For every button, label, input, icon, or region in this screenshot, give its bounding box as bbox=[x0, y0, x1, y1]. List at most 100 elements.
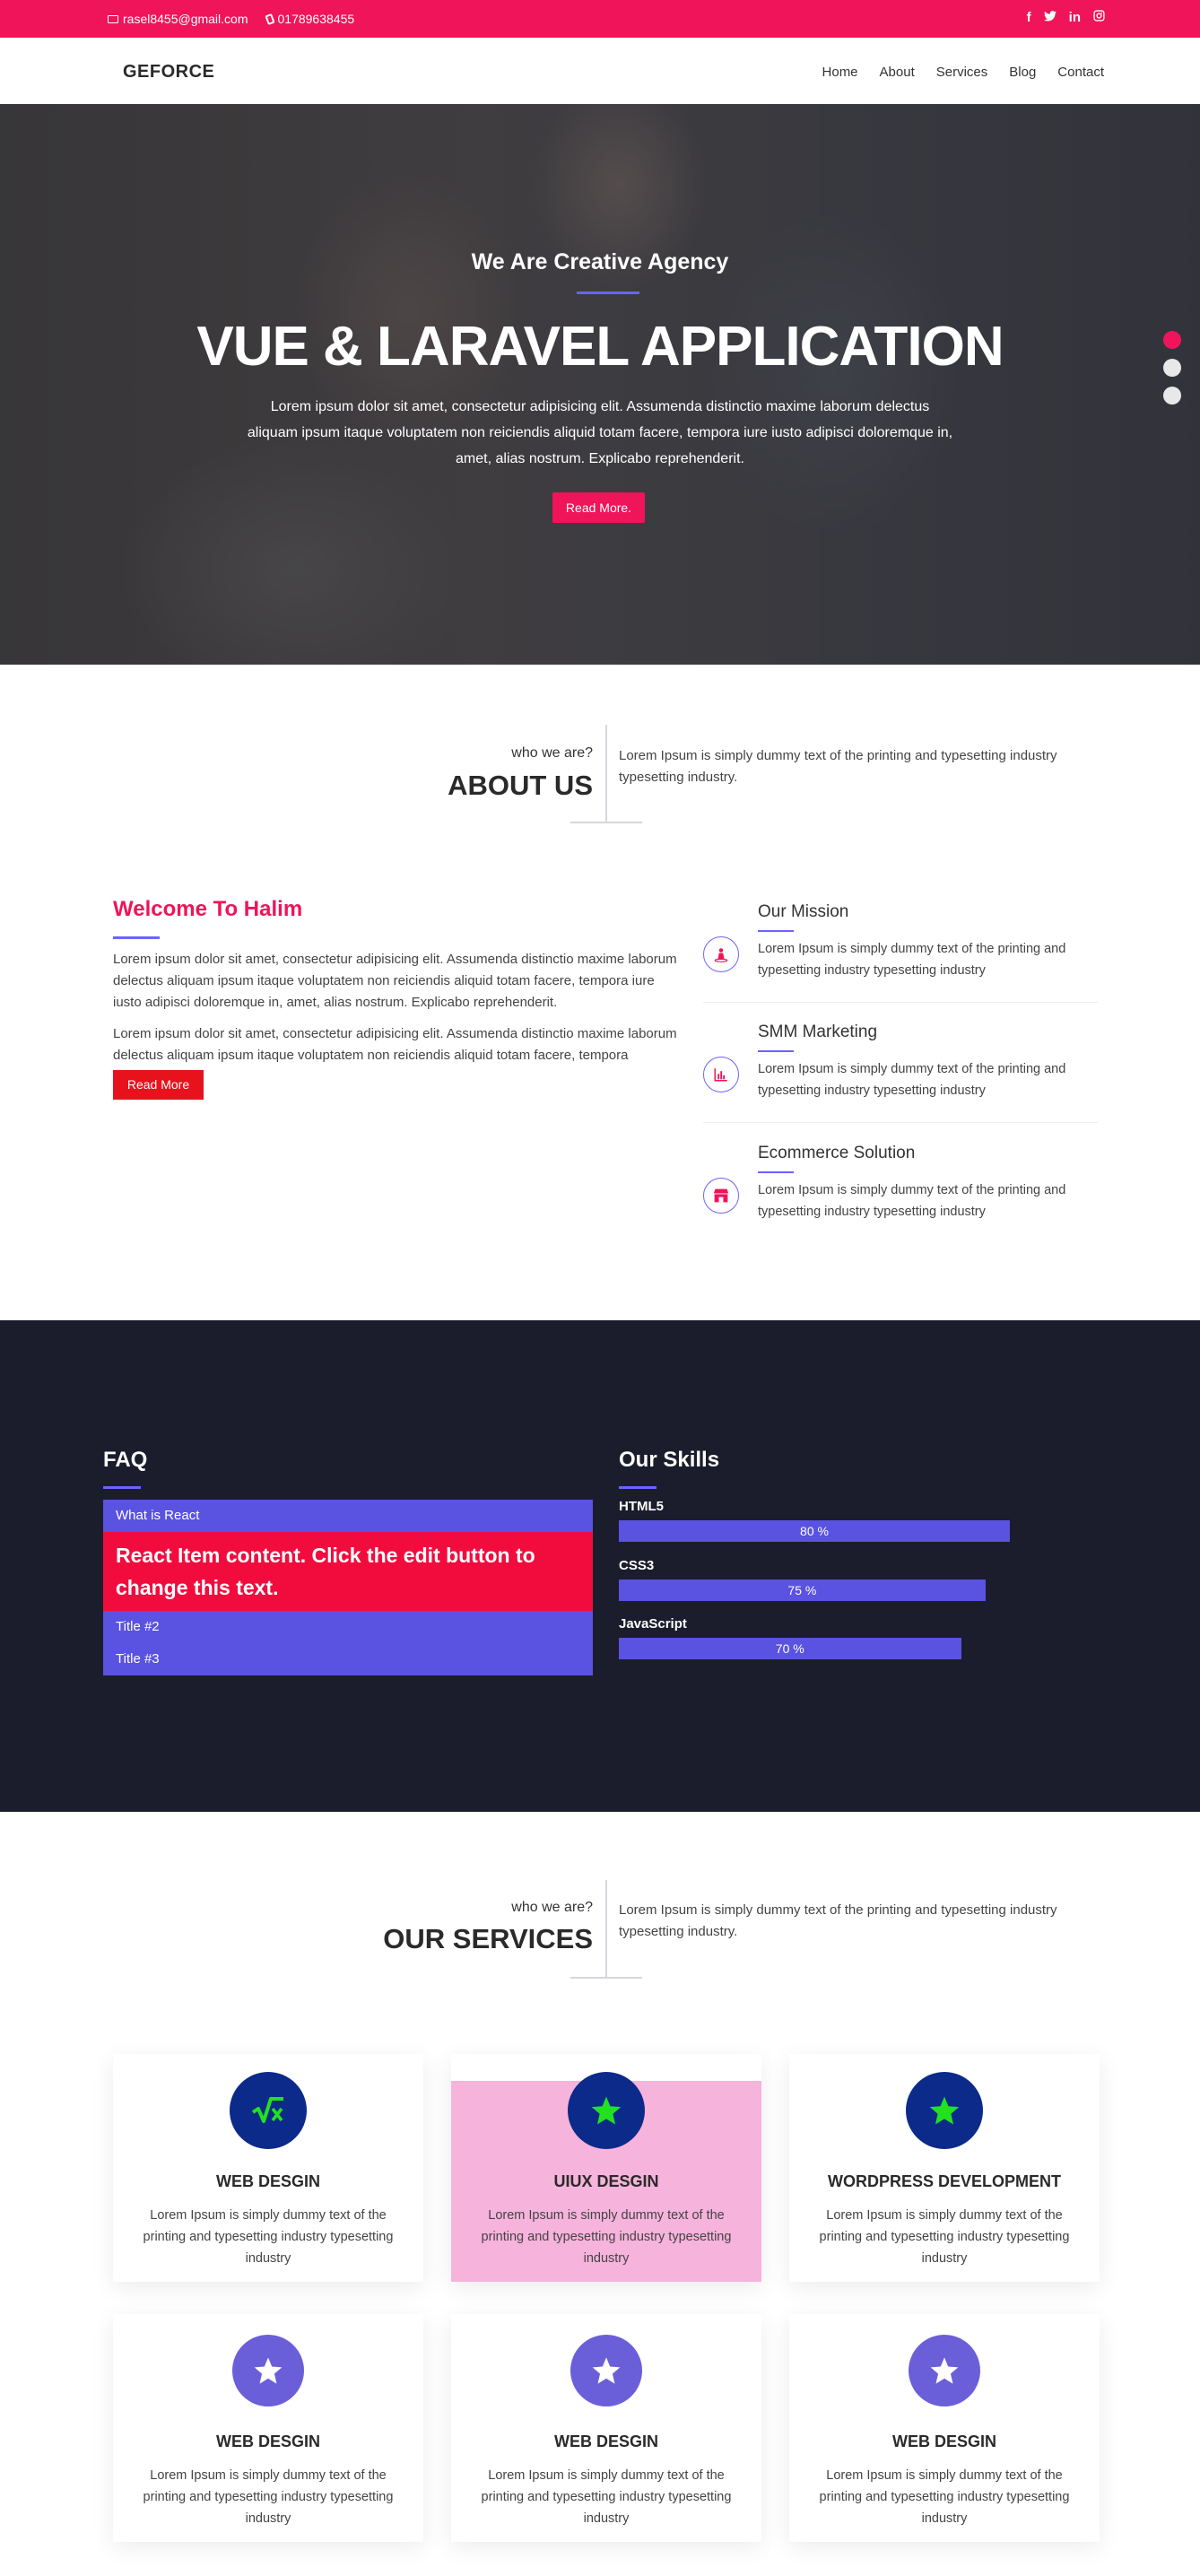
twitter-icon[interactable] bbox=[1043, 10, 1057, 25]
feature-divider bbox=[758, 1171, 794, 1173]
skill-track: 75 % bbox=[619, 1580, 1010, 1601]
about-vertical-divider bbox=[605, 725, 607, 823]
skill-progress-bar: 80 % bbox=[619, 1520, 1010, 1542]
service-card-text: Lorem Ipsum is simply dummy text of the … bbox=[819, 2468, 1070, 2526]
welcome-title: Welcome To Halim bbox=[113, 897, 303, 921]
store-icon bbox=[703, 1178, 739, 1214]
service-card-text: Lorem Ipsum is simply dummy text of the … bbox=[143, 2208, 394, 2266]
feature-text: Lorem Ipsum is simply dummy text of the … bbox=[758, 1062, 1066, 1098]
feature-text: Lorem Ipsum is simply dummy text of the … bbox=[758, 1183, 1066, 1219]
service-card-web-design-4[interactable]: WEB DESGIN Lorem Ipsum is simply dummy t… bbox=[789, 2314, 1100, 2542]
service-card-web-design[interactable]: WEB DESGIN Lorem Ipsum is simply dummy t… bbox=[113, 2054, 423, 2282]
star-icon bbox=[570, 2335, 642, 2406]
sqrt-icon bbox=[230, 2072, 307, 2149]
star-icon bbox=[909, 2335, 980, 2406]
slider-dots bbox=[1163, 331, 1181, 405]
services-description: Lorem Ipsum is simply dummy text of the … bbox=[619, 1902, 1057, 1939]
nav-services[interactable]: Services bbox=[936, 65, 988, 80]
skill-javascript: JavaScript 70 % bbox=[619, 1616, 1010, 1659]
service-card-text: Lorem Ipsum is simply dummy text of the … bbox=[481, 2468, 732, 2526]
skill-name: CSS3 bbox=[619, 1558, 655, 1573]
service-card-title: WORDPRESS DEVELOPMENT bbox=[827, 2172, 1062, 2190]
email-link[interactable]: rasel8455@gmail.com bbox=[108, 12, 248, 26]
feature-divider bbox=[758, 930, 794, 932]
linkedin-icon[interactable]: in bbox=[1069, 10, 1081, 25]
hero-divider bbox=[577, 292, 639, 294]
service-card-title: WEB DESGIN bbox=[891, 2432, 996, 2450]
service-card-title: WEB DESGIN bbox=[553, 2432, 658, 2450]
feature-title: Our Mission bbox=[758, 902, 849, 921]
accordion-item-2-header[interactable]: Title #2 bbox=[103, 1611, 593, 1643]
welcome-divider bbox=[113, 936, 160, 939]
skill-html5: HTML5 80 % bbox=[619, 1499, 1010, 1542]
skill-css3: CSS3 75 % bbox=[619, 1558, 1010, 1601]
skills-title: Our Skills bbox=[619, 1448, 720, 1472]
skill-name: JavaScript bbox=[619, 1616, 687, 1632]
feature-separator bbox=[703, 1122, 1098, 1123]
hero-title: VUE & LARAVEL APPLICATION bbox=[196, 316, 1004, 378]
star-icon bbox=[232, 2335, 304, 2406]
faq-skills-section: FAQ What is React React Item content. Cl… bbox=[0, 1320, 1200, 1812]
person-icon bbox=[703, 936, 739, 972]
facebook-icon[interactable]: f bbox=[1027, 10, 1031, 25]
hero-subtitle: We Are Creative Agency bbox=[471, 249, 729, 274]
service-card-text: Lorem Ipsum is simply dummy text of the … bbox=[143, 2468, 394, 2526]
skill-progress-bar: 75 % bbox=[619, 1580, 986, 1601]
slider-dot-2[interactable] bbox=[1163, 359, 1181, 377]
feature-title: SMM Marketing bbox=[758, 1023, 878, 1041]
service-card-uiux-design[interactable]: UIUX DESGIN Lorem Ipsum is simply dummy … bbox=[451, 2054, 761, 2282]
navbar: GEFORCE Home About Services Blog Contact bbox=[0, 38, 1200, 104]
about-title: ABOUT US bbox=[448, 770, 593, 801]
brand-logo[interactable]: GEFORCE bbox=[123, 62, 214, 83]
star-icon bbox=[568, 2072, 645, 2149]
nav-menu: Home About Services Blog Contact bbox=[822, 65, 1104, 80]
service-card-title: WEB DESGIN bbox=[215, 2432, 320, 2450]
service-card-text: Lorem Ipsum is simply dummy text of the … bbox=[481, 2208, 732, 2266]
slider-dot-3[interactable] bbox=[1163, 387, 1181, 405]
accordion-item-3-header[interactable]: Title #3 bbox=[103, 1643, 593, 1675]
services-vertical-divider bbox=[605, 1880, 607, 1979]
accordion-item-1-header[interactable]: What is React bbox=[103, 1500, 593, 1532]
hero-text: Lorem ipsum dolor sit amet, consectetur … bbox=[247, 399, 953, 466]
service-card-title: UIUX DESGIN bbox=[553, 2172, 659, 2190]
faq-title: FAQ bbox=[103, 1448, 148, 1472]
feature-separator bbox=[703, 1002, 1098, 1003]
welcome-read-more-button[interactable]: Read More bbox=[113, 1070, 204, 1100]
feature-text: Lorem Ipsum is simply dummy text of the … bbox=[758, 942, 1066, 978]
accordion-item-1-content: React Item content. Click the edit butto… bbox=[103, 1532, 593, 1611]
service-card-web-design-3[interactable]: WEB DESGIN Lorem Ipsum is simply dummy t… bbox=[451, 2314, 761, 2542]
service-card-text: Lorem Ipsum is simply dummy text of the … bbox=[819, 2208, 1070, 2266]
about-pre-title: who we are? bbox=[511, 745, 593, 761]
contact-info: rasel8455@gmail.com 01789638455 bbox=[108, 12, 354, 26]
skill-name: HTML5 bbox=[619, 1499, 664, 1514]
services-pre-title: who we are? bbox=[511, 1900, 593, 1915]
about-horizontal-divider bbox=[570, 822, 642, 823]
chart-icon bbox=[703, 1057, 739, 1092]
social-links: f in bbox=[1027, 10, 1105, 25]
phone-icon bbox=[264, 13, 275, 25]
welcome-paragraph-1: Lorem ipsum dolor sit amet, consectetur … bbox=[113, 952, 677, 1010]
service-card-wordpress-development[interactable]: WORDPRESS DEVELOPMENT Lorem Ipsum is sim… bbox=[789, 2054, 1100, 2282]
phone-text: 01789638455 bbox=[277, 12, 355, 26]
service-card-title: WEB DESGIN bbox=[215, 2172, 320, 2190]
services-title: OUR SERVICES bbox=[383, 1923, 593, 1954]
skill-progress-bar: 70 % bbox=[619, 1638, 961, 1659]
skills-divider bbox=[619, 1486, 657, 1489]
phone-link[interactable]: 01789638455 bbox=[264, 12, 355, 26]
star-icon bbox=[906, 2072, 983, 2149]
instagram-icon[interactable] bbox=[1093, 10, 1105, 25]
welcome-paragraph-2: Lorem ipsum dolor sit amet, consectetur … bbox=[113, 1026, 677, 1063]
services-horizontal-divider bbox=[570, 1977, 642, 1979]
nav-home[interactable]: Home bbox=[822, 65, 858, 80]
nav-blog[interactable]: Blog bbox=[1009, 65, 1036, 80]
envelope-icon bbox=[108, 14, 118, 23]
slider-dot-1[interactable] bbox=[1163, 331, 1181, 349]
service-card-web-design-2[interactable]: WEB DESGIN Lorem Ipsum is simply dummy t… bbox=[113, 2314, 423, 2542]
skill-track: 70 % bbox=[619, 1638, 1010, 1659]
hero-read-more-button[interactable]: Read More. bbox=[552, 492, 645, 523]
hero-content: We Are Creative Agency VUE & LARAVEL APP… bbox=[0, 104, 1200, 665]
feature-divider bbox=[758, 1050, 794, 1052]
nav-contact[interactable]: Contact bbox=[1057, 65, 1104, 80]
email-text: rasel8455@gmail.com bbox=[123, 12, 248, 26]
nav-about[interactable]: About bbox=[880, 65, 915, 80]
